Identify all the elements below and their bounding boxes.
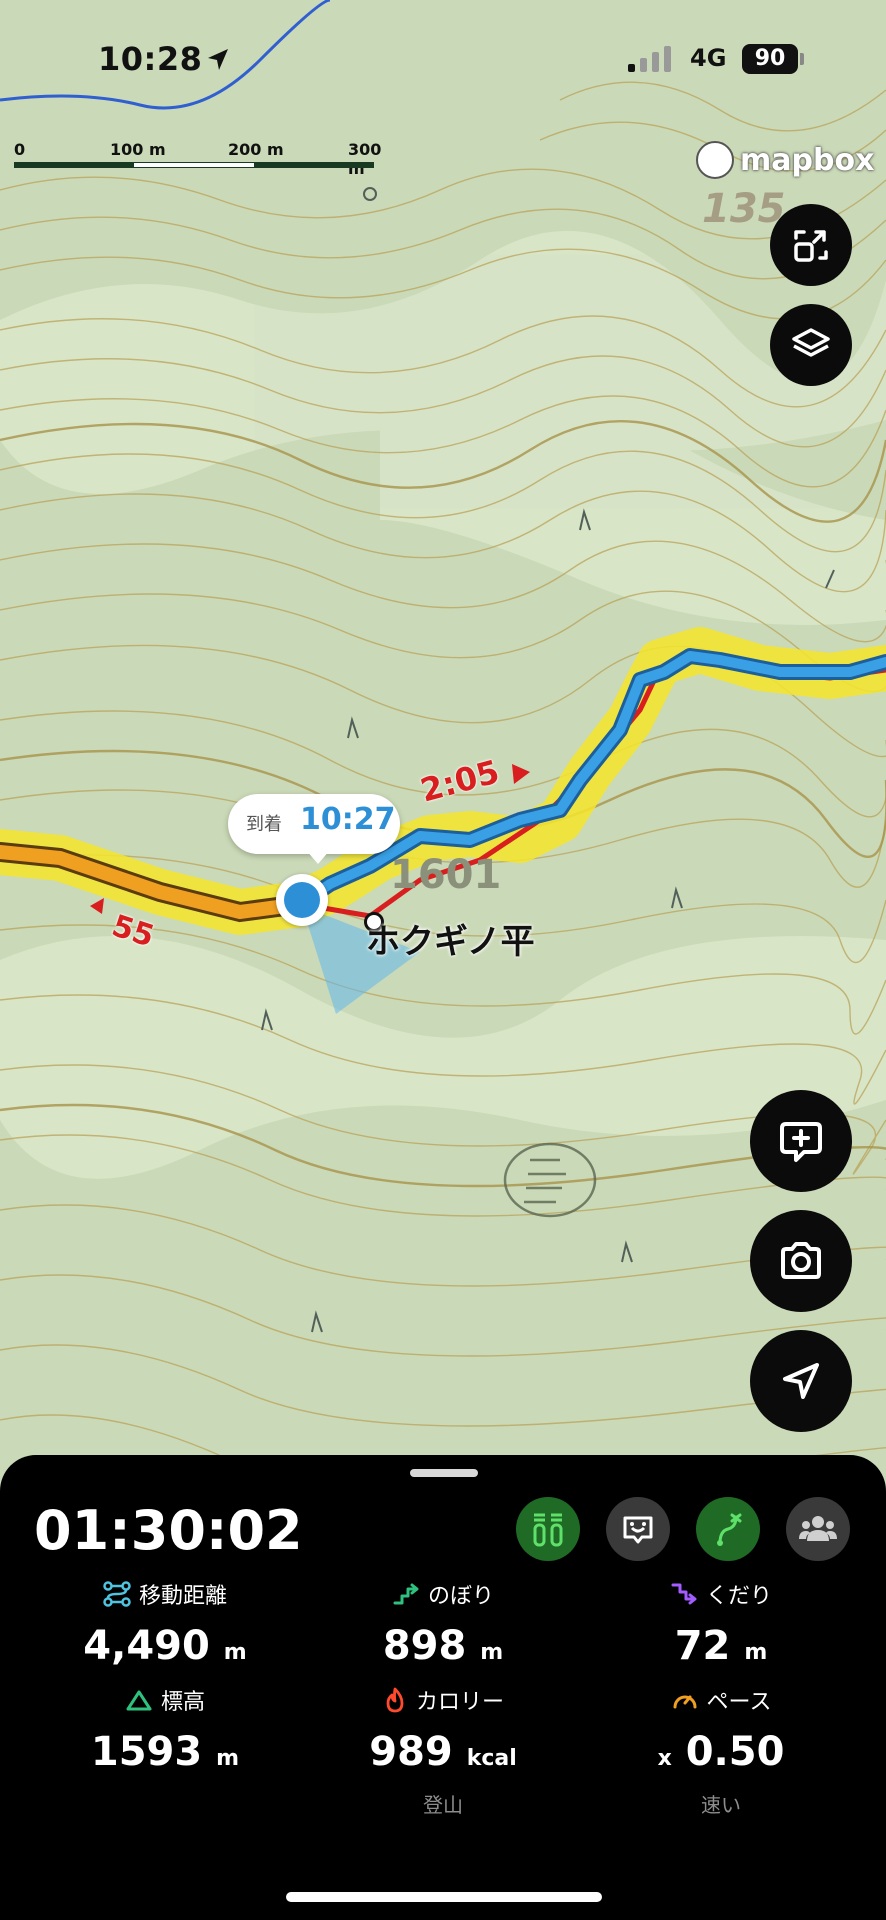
- route-path-icon: [717, 1513, 742, 1546]
- hikers-icon: [533, 1513, 563, 1547]
- group-icon: [799, 1516, 837, 1541]
- flame-icon: [386, 1687, 404, 1713]
- pace-value: 0.50: [685, 1729, 785, 1775]
- face-badge-icon: [623, 1516, 653, 1544]
- stat-distance: 移動距離 4,490 m: [20, 1579, 310, 1669]
- network-type: 4G: [690, 44, 727, 72]
- camera-icon: [781, 1242, 821, 1279]
- recenter-button[interactable]: [750, 1330, 852, 1432]
- mountain-icon: [126, 1690, 152, 1711]
- stat-elevation: 標高 1593 m: [20, 1685, 310, 1775]
- mapbox-attribution[interactable]: mapbox: [696, 140, 874, 180]
- route-distance-icon: [103, 1581, 131, 1607]
- battery-level: 90: [742, 44, 798, 74]
- recording-status-button[interactable]: [516, 1497, 580, 1561]
- stat-ascent: のぼり 898 m: [298, 1579, 588, 1669]
- ascent-value: 898: [382, 1623, 467, 1669]
- calories-value: 989: [369, 1729, 453, 1775]
- descent-icon: [671, 1583, 697, 1605]
- mapbox-logo-icon: [696, 141, 734, 179]
- map-layers-button[interactable]: [770, 304, 852, 386]
- companion-button[interactable]: [606, 1497, 670, 1561]
- add-memo-button[interactable]: [750, 1090, 852, 1192]
- signal-icon: [628, 46, 671, 72]
- stat-descent: くだり 72 m: [576, 1579, 866, 1669]
- activity-panel[interactable]: 01:30:02 移動距離 4,490 m のぼり 898 m くだり 72 m…: [0, 1455, 886, 1920]
- elapsed-time: 01:30:02: [34, 1499, 303, 1562]
- fit-bounds-icon: [794, 230, 828, 262]
- elevation-label-mid: 1601: [390, 852, 502, 898]
- distance-value: 4,490: [83, 1623, 210, 1669]
- camera-button[interactable]: [750, 1210, 852, 1312]
- add-note-icon: [780, 1122, 822, 1162]
- place-name: ホクギノ平: [366, 922, 535, 962]
- home-indicator[interactable]: [286, 1892, 602, 1902]
- status-time: 10:28: [98, 40, 203, 78]
- arrival-time: 10:27: [300, 802, 396, 837]
- ascent-icon: [393, 1583, 419, 1605]
- stat-calories: カロリー 989 kcal 登山: [298, 1685, 588, 1818]
- stat-pace: ペース x 0.50 速い: [576, 1685, 866, 1818]
- arrival-label: 到着: [246, 814, 282, 835]
- descent-value: 72: [674, 1623, 731, 1669]
- map-scale-bar: 0 100 m 200 m 300 m: [14, 140, 382, 178]
- map-fit-button[interactable]: [770, 204, 852, 286]
- arrival-callout[interactable]: 到着 10:27: [228, 794, 400, 864]
- pace-rating: 速い: [701, 1793, 741, 1817]
- drag-handle[interactable]: [410, 1469, 478, 1477]
- calories-activity: 登山: [423, 1793, 463, 1817]
- status-bar: 10:28 4G 90: [0, 38, 886, 88]
- speedometer-icon: [673, 1695, 697, 1709]
- elevation-value: 1593: [90, 1729, 203, 1775]
- current-location-marker: [276, 874, 328, 926]
- elevation-label-top: 135: [702, 186, 786, 232]
- group-button[interactable]: [786, 1497, 850, 1561]
- navigation-arrow-icon: [783, 1363, 819, 1399]
- route-guide-button[interactable]: [696, 1497, 760, 1561]
- location-arrow-icon: [208, 49, 228, 70]
- layers-icon: [792, 328, 830, 357]
